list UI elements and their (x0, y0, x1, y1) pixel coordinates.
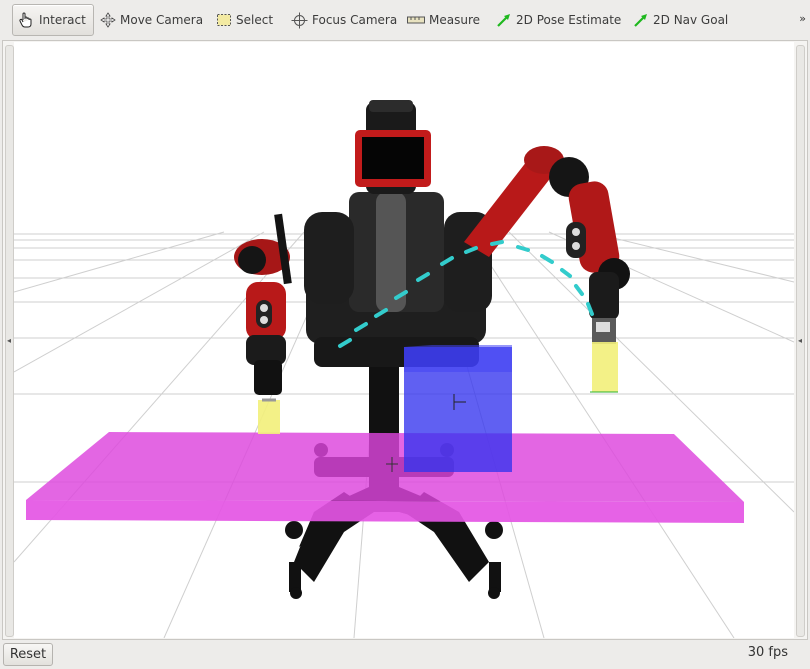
green-arrow-icon (634, 14, 647, 27)
collision-box (404, 345, 512, 472)
move-arrows-icon (100, 12, 116, 28)
status-bar: Reset 30 fps (0, 640, 810, 669)
crosshair-icon (291, 12, 308, 28)
green-arrow-icon (497, 14, 510, 27)
3d-viewport[interactable] (14, 42, 794, 638)
select-box-icon (217, 14, 231, 26)
left-panel-handle[interactable]: ◂ (5, 45, 14, 637)
toolbar: Interact Move Camera Select Focus Camera… (0, 0, 810, 40)
pose-estimate-label: 2D Pose Estimate (516, 13, 622, 27)
collapse-left-icon: ◂ (7, 336, 12, 345)
robot-head-screen (355, 130, 431, 187)
collapse-right-icon: ◂ (798, 336, 803, 345)
interact-tool-button[interactable]: Interact (12, 4, 94, 36)
select-tool-button[interactable]: Select (216, 4, 273, 36)
pose-estimate-tool-button[interactable]: 2D Pose Estimate (496, 4, 621, 36)
ruler-icon (407, 16, 425, 24)
right-panel-handle[interactable]: ◂ (796, 45, 805, 637)
focus-camera-tool-button[interactable]: Focus Camera (291, 4, 397, 36)
reset-button[interactable]: Reset (3, 643, 53, 666)
toolbar-overflow-chevron[interactable]: » (799, 12, 806, 25)
hand-pointer-icon (19, 12, 32, 28)
move-camera-tool-button[interactable]: Move Camera (100, 4, 203, 36)
table-surface (26, 432, 744, 502)
nav-goal-tool-button[interactable]: 2D Nav Goal (633, 4, 728, 36)
table-edge (26, 500, 744, 523)
fps-counter: 30 fps (747, 645, 788, 660)
measure-label: Measure (429, 13, 480, 27)
move-camera-label: Move Camera (120, 13, 204, 27)
select-label: Select (236, 13, 274, 27)
focus-camera-label: Focus Camera (312, 13, 398, 27)
interact-label: Interact (39, 13, 86, 27)
scene-canvas (14, 100, 794, 638)
measure-tool-button[interactable]: Measure (407, 4, 480, 36)
nav-goal-label: 2D Nav Goal (653, 13, 729, 27)
